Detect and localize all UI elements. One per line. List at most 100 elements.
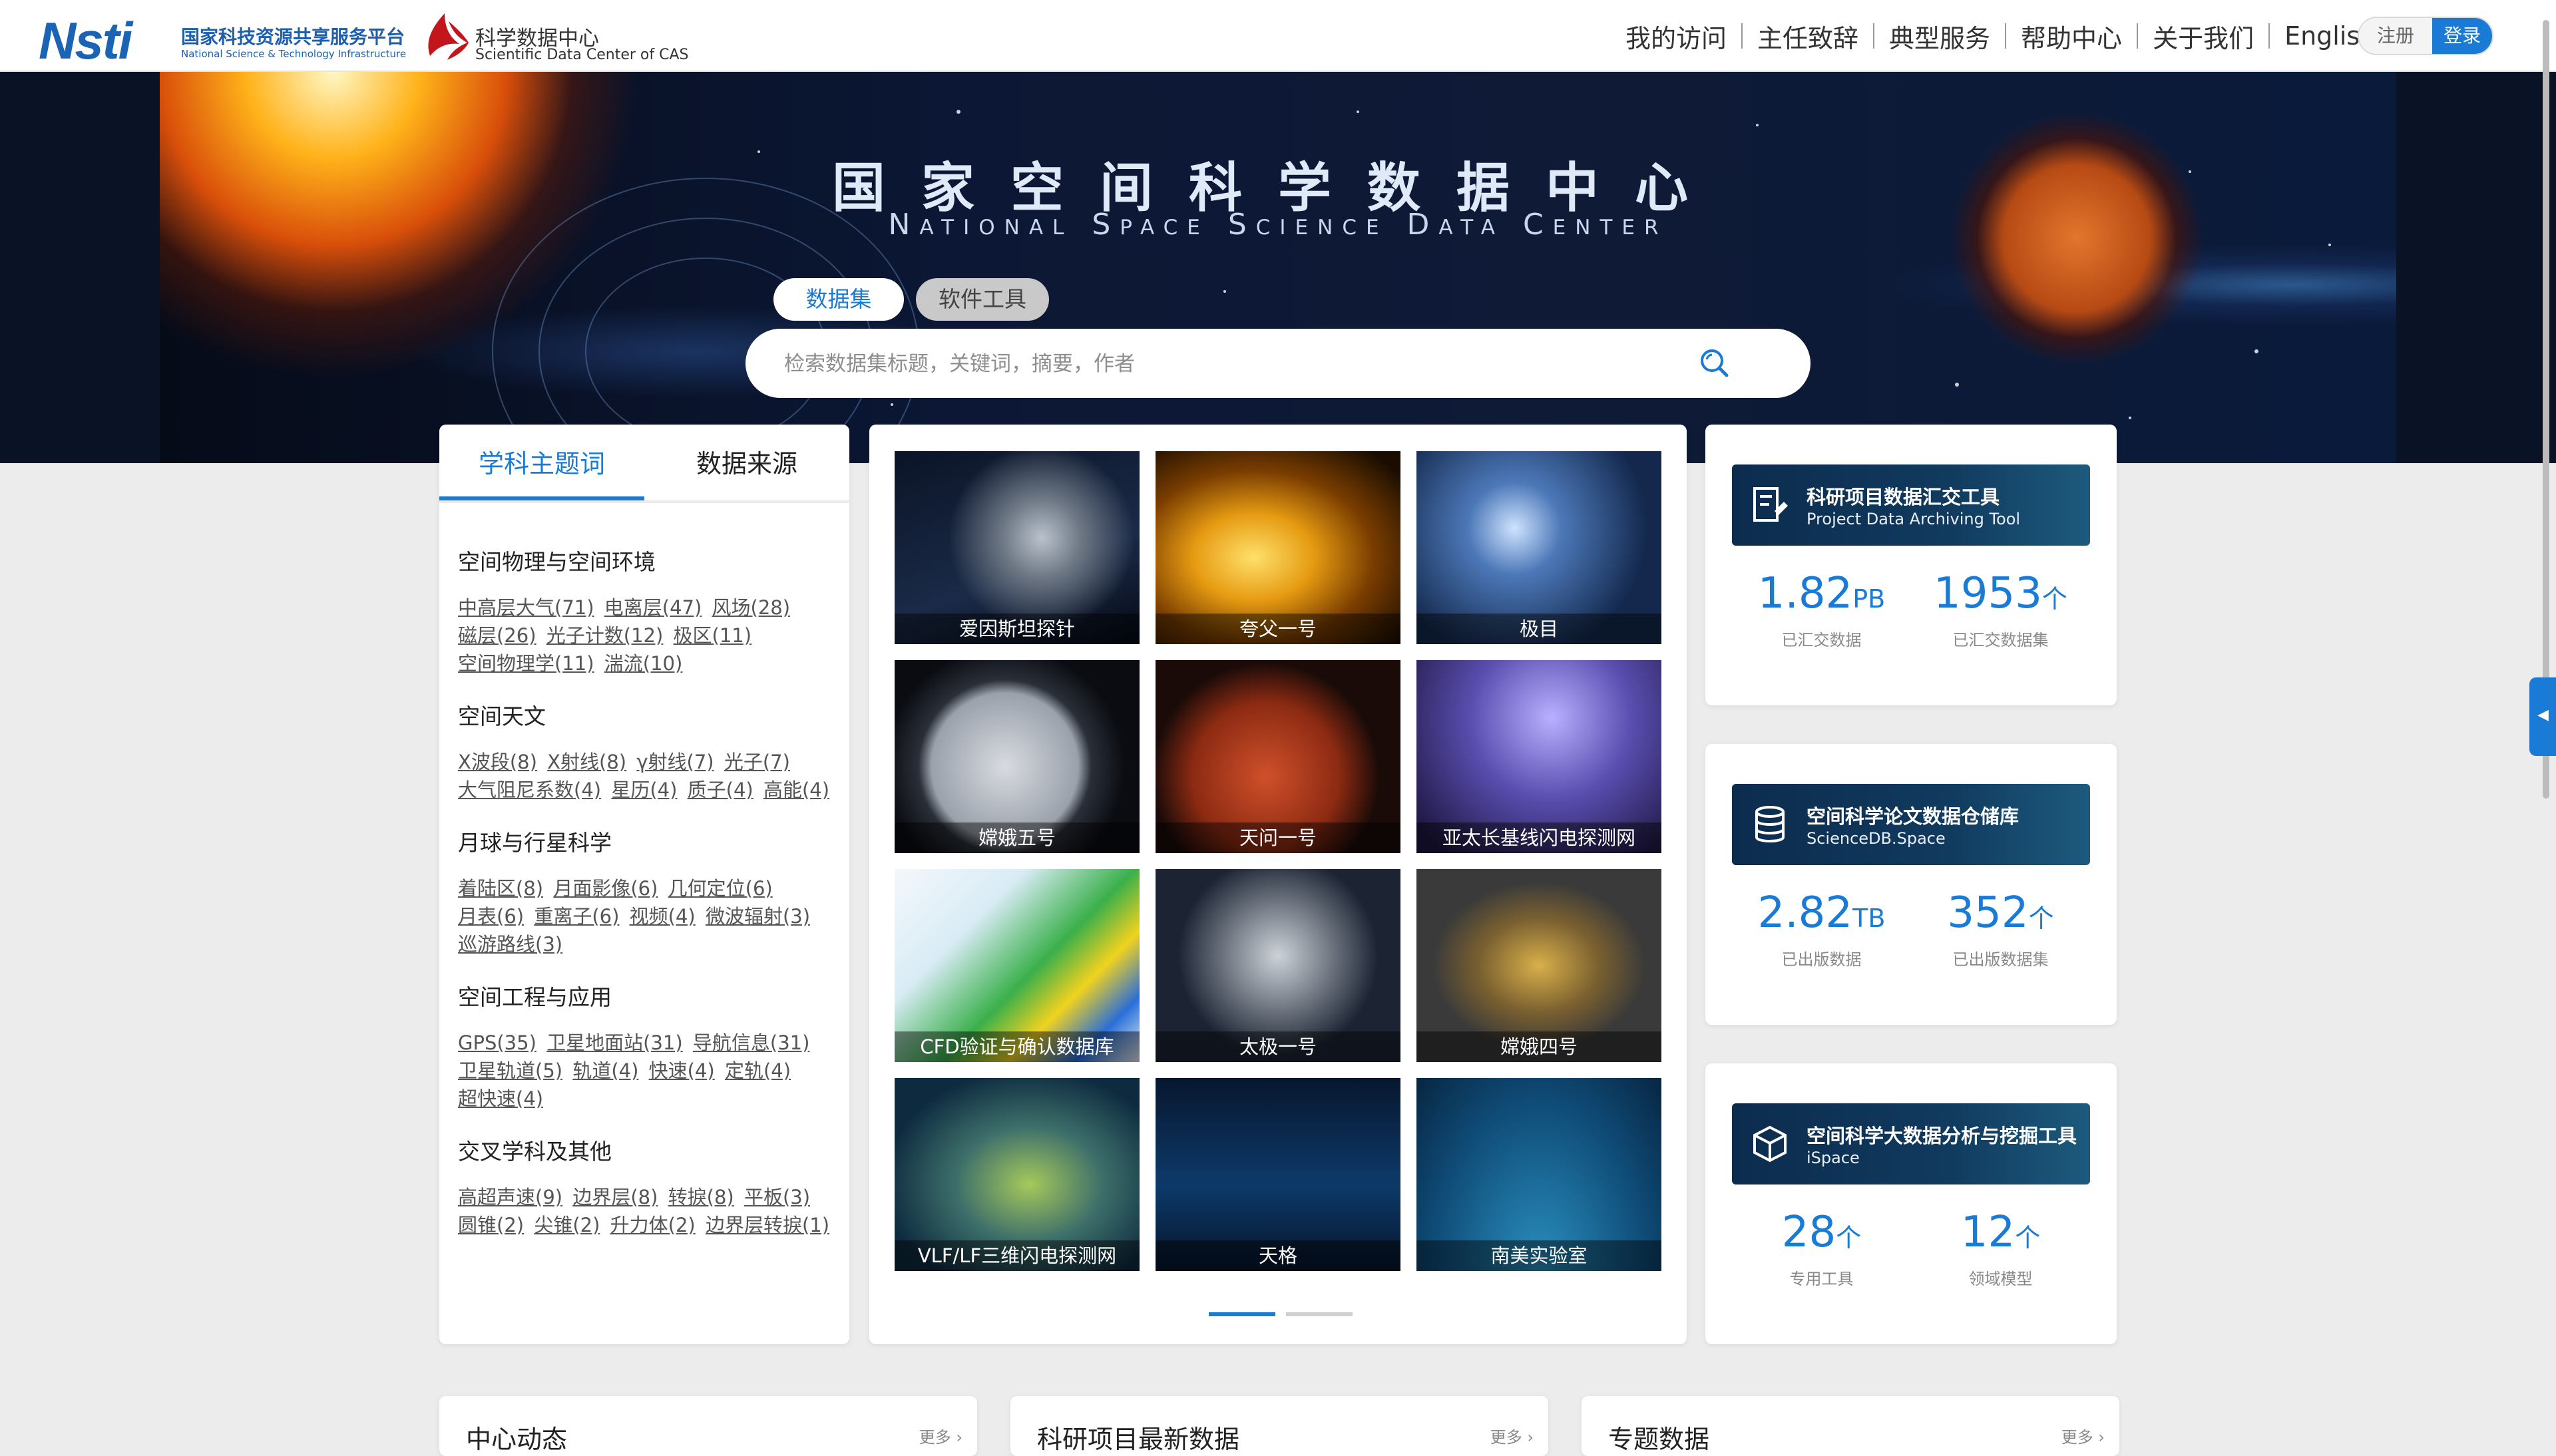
topic-keyword-link[interactable]: 尖锥(2) [534, 1214, 600, 1236]
search-input[interactable] [783, 329, 1704, 399]
stat-value: 28 [1781, 1208, 1836, 1257]
topic-keyword-link[interactable]: 平板(3) [744, 1186, 810, 1208]
stat-published-data: 2.82TB 已出版数据 [1732, 888, 1911, 970]
stat-label: 已出版数据 [1781, 950, 1862, 969]
sciencedb-banner[interactable]: 空间科学论文数据仓储库 ScienceDB.Space [1732, 784, 2090, 865]
topic-keyword-link[interactable]: 快速(4) [649, 1059, 715, 1082]
topic-keyword-link[interactable]: 光子(7) [724, 751, 790, 773]
tab-datasets[interactable]: 数据集 [773, 278, 904, 321]
topic-keyword-link[interactable]: 极区(11) [674, 624, 752, 647]
ispace-banner[interactable]: 空间科学大数据分析与挖掘工具 iSpace [1732, 1103, 2090, 1184]
topic-keyword-link[interactable]: 星历(4) [611, 779, 677, 801]
dataset-tile[interactable]: 太极一号 [1156, 869, 1400, 1062]
topic-keyword-link[interactable]: 卫星地面站(31) [546, 1031, 683, 1054]
topic-keyword-link[interactable]: 月表(6) [458, 905, 524, 928]
tab-subject-keywords[interactable]: 学科主题词 [439, 425, 644, 500]
subject-tabs: 学科主题词 数据来源 [439, 425, 849, 503]
more-link[interactable]: 更多 › [2061, 1424, 2105, 1447]
topic-heading: 空间天文 [458, 703, 546, 729]
topic-keyword-link[interactable]: 风场(28) [712, 596, 791, 619]
dataset-tile[interactable]: 亚太长基线闪电探测网 [1416, 660, 1661, 853]
topic-keyword-link[interactable]: 边界层转捩(1) [706, 1214, 829, 1236]
topic-keyword-link[interactable]: 空间物理学(11) [458, 652, 594, 675]
stat-unit: 个 [2015, 1223, 2041, 1252]
topic-keyword-link[interactable]: 升力体(2) [610, 1214, 696, 1236]
nsti-name-cn: 国家科技资源共享服务平台 [181, 26, 405, 48]
topic-keyword-link[interactable]: 卫星轨道(5) [458, 1059, 562, 1082]
side-drawer-toggle[interactable]: ◀ [2529, 677, 2556, 756]
search-icon[interactable] [1696, 345, 1733, 382]
topic-list: 空间物理与空间环境 中高层大气(71) 电离层(47) 风场(28) 磁层(26)… [458, 544, 837, 1260]
cas-logo[interactable]: 科学数据中心 Scientific Data Center of CAS [418, 8, 698, 64]
register-button[interactable]: 注册 [2359, 18, 2432, 54]
dataset-tile[interactable]: 天格 [1156, 1078, 1400, 1271]
topic-keyword-link[interactable]: 电离层(47) [604, 596, 702, 619]
topic-keyword-link[interactable]: 磁层(26) [458, 624, 536, 647]
dataset-tile[interactable]: 极目 [1416, 451, 1661, 644]
dataset-tile[interactable]: 爱因斯坦探针 [895, 451, 1140, 644]
tab-data-sources[interactable]: 数据来源 [644, 425, 849, 500]
topic-keyword-link[interactable]: X波段(8) [458, 751, 537, 773]
topic-keyword-link[interactable]: GPS(35) [458, 1031, 536, 1054]
topic-keyword-link[interactable]: 高能(4) [763, 779, 829, 801]
tab-software-tools[interactable]: 软件工具 [916, 278, 1049, 321]
dataset-tile[interactable]: 嫦娥五号 [895, 660, 1140, 853]
topic-keyword-link[interactable]: 质子(4) [688, 779, 753, 801]
topic-keyword-link[interactable]: X射线(8) [547, 751, 626, 773]
topic-keyword-link[interactable]: 月面影像(6) [553, 877, 658, 900]
more-link[interactable]: 更多 › [1490, 1424, 1534, 1447]
pager-dot-2[interactable] [1286, 1312, 1353, 1316]
more-link[interactable]: 更多 › [919, 1424, 962, 1447]
topic-keyword-link[interactable]: 重离子(6) [534, 905, 619, 928]
topic-keyword-link[interactable]: 轨道(4) [572, 1059, 638, 1082]
nav-my-visits[interactable]: 我的访问 [1611, 18, 1741, 55]
topic-keyword-link[interactable]: 导航信息(31) [693, 1031, 810, 1054]
search-bar [746, 329, 1810, 399]
stat-archived-datasets: 1953个 已汇交数据集 [1911, 568, 2090, 650]
dataset-tile[interactable]: VLF/LF三维闪电探测网 [895, 1078, 1140, 1271]
dataset-tile-label: 嫦娥五号 [895, 822, 1140, 853]
topic-keyword-link[interactable]: 超快速(4) [458, 1087, 543, 1110]
login-button[interactable]: 登录 [2432, 18, 2492, 54]
archiving-tool-banner[interactable]: 科研项目数据汇交工具 Project Data Archiving Tool [1732, 464, 2090, 546]
topic-keyword-link[interactable]: 高超声速(9) [458, 1186, 562, 1208]
stat-figures: 28个 专用工具 12个 领域模型 [1732, 1207, 2090, 1289]
topic-keyword-link[interactable]: 边界层(8) [572, 1186, 658, 1208]
nav-typical-services[interactable]: 典型服务 [1874, 18, 2005, 55]
site-title-en: National Space Science Data Center [888, 208, 1668, 242]
topic-link-group: GPS(35) 卫星地面站(31) 导航信息(31) 卫星轨道(5) 轨道(4)… [458, 1029, 837, 1113]
stat-label: 领域模型 [1968, 1270, 2033, 1288]
stat-tools: 28个 专用工具 [1732, 1207, 1911, 1289]
topic-keyword-link[interactable]: 转捩(8) [668, 1186, 734, 1208]
thematic-data-card: 专题数据 更多 › [1582, 1396, 2119, 1456]
latest-project-data-card: 科研项目最新数据 更多 › [1010, 1396, 1548, 1456]
nav-director-message[interactable]: 主任致辞 [1743, 18, 1873, 55]
dataset-tile[interactable]: 夸父一号 [1156, 451, 1400, 644]
nav-help-center[interactable]: 帮助中心 [2006, 18, 2137, 55]
dataset-tile[interactable]: 嫦娥四号 [1416, 869, 1661, 1062]
topic-keyword-link[interactable]: γ射线(7) [636, 751, 714, 773]
dataset-tile-label: 夸父一号 [1156, 614, 1400, 644]
topic-keyword-link[interactable]: 视频(4) [630, 905, 696, 928]
stat-figures: 2.82TB 已出版数据 352个 已出版数据集 [1732, 888, 2090, 970]
topic-keyword-link[interactable]: 光子计数(12) [546, 624, 664, 647]
stat-models: 12个 领域模型 [1911, 1207, 2090, 1289]
topic-keyword-link[interactable]: 大气阻尼系数(4) [458, 779, 601, 801]
topic-keyword-link[interactable]: 几何定位(6) [668, 877, 773, 900]
cas-emblem-icon [428, 13, 469, 60]
topic-keyword-link[interactable]: 中高层大气(71) [458, 596, 594, 619]
hero-banner: 国家空间科学数据中心 National Space Science Data C… [0, 72, 2556, 463]
topic-keyword-link[interactable]: 圆锥(2) [458, 1214, 524, 1236]
pager-dot-1[interactable] [1209, 1312, 1275, 1316]
topic-keyword-link[interactable]: 着陆区(8) [458, 877, 543, 900]
dataset-tile[interactable]: 南美实验室 [1416, 1078, 1661, 1271]
topic-keyword-link[interactable]: 巡游路线(3) [458, 933, 562, 956]
cas-name-en: Scientific Data Center of CAS [475, 47, 689, 63]
nav-about-us[interactable]: 关于我们 [2138, 18, 2268, 55]
dataset-tile[interactable]: 天问一号 [1156, 660, 1400, 853]
dataset-tile[interactable]: CFD验证与确认数据库 [895, 869, 1140, 1062]
topic-keyword-link[interactable]: 定轨(4) [725, 1059, 791, 1082]
topic-keyword-link[interactable]: 微波辐射(3) [706, 905, 810, 928]
nsti-logo[interactable]: Nsti 国家科技资源共享服务平台 National Science & Tec… [39, 8, 411, 70]
topic-keyword-link[interactable]: 湍流(10) [604, 652, 683, 675]
